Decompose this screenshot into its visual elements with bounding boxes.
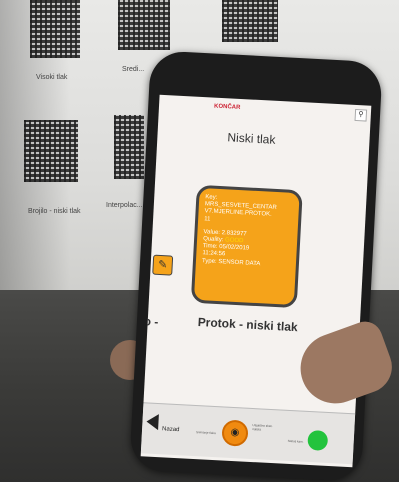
edit-icon[interactable]: ✎ [152, 254, 174, 276]
qr-label: Interpolac... [106, 202, 143, 209]
koncar-logo: KONČAR [213, 103, 241, 111]
page-title: Niski tlak [227, 130, 276, 147]
card-quality-value: GOOD [224, 237, 244, 245]
qr-label: Brojilo - niski tlak [28, 208, 81, 215]
bottom-small-text: Snimanje tlaka [195, 430, 216, 436]
status-indicator[interactable] [307, 429, 329, 451]
qr-label: Visoki tlak [36, 74, 68, 81]
qr-label: Sredi... [122, 66, 145, 73]
bottom-bar: Nazad Snimanje tlaka ◉ Uspješno sken. mj… [140, 402, 356, 465]
back-button[interactable]: Nazad [162, 426, 180, 433]
photo: Visoki tlak Sredi... Brojilo - niski tla… [0, 0, 399, 482]
qr-code [24, 120, 78, 182]
camera-icon[interactable]: ◉ [221, 419, 249, 447]
qr-code [222, 0, 278, 42]
bottom-small-text: Status kam. [287, 438, 304, 444]
pin-icon[interactable]: ⚲ [354, 108, 368, 122]
bottom-small-text: Uspješno sken. mjesta [252, 423, 274, 432]
card-quality-label: Quality: [202, 236, 224, 244]
qr-code [118, 0, 170, 50]
qr-code [114, 115, 144, 179]
sensor-data-card[interactable]: Key: MRS_SESVETE_CENTAR V7.MJERLINE.PROT… [190, 184, 303, 309]
phone-screen: KONČAR ⚲ Niski tlak Key: MRS_SESVETE_CEN… [140, 94, 372, 468]
back-arrow-icon[interactable] [146, 413, 159, 431]
item-label: Protok - niski tlak [197, 315, 299, 335]
qr-code [30, 0, 80, 58]
